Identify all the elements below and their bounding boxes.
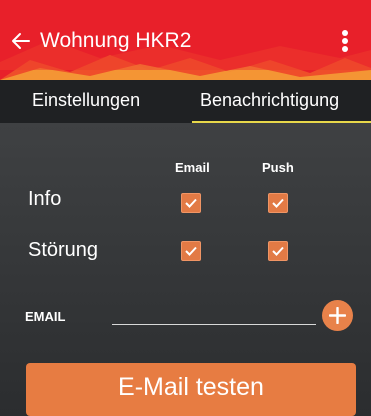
- email-label: EMAIL: [25, 309, 66, 324]
- checkmark-icon: [185, 246, 197, 256]
- stoerung-push-checkbox[interactable]: [268, 241, 288, 261]
- page-title: Wohnung HKR2: [40, 29, 192, 52]
- column-header-email: Email: [175, 160, 210, 175]
- checkmark-icon: [272, 246, 284, 256]
- add-email-button[interactable]: [322, 300, 353, 331]
- plus-icon: [329, 307, 346, 324]
- tab-einstellungen[interactable]: Einstellungen: [32, 80, 140, 123]
- tab-label: Benachrichtigung: [200, 90, 340, 110]
- tab-bar: Einstellungen Benachrichtigung: [0, 80, 371, 123]
- info-push-checkbox[interactable]: [268, 193, 288, 213]
- more-vertical-icon[interactable]: [341, 30, 349, 52]
- email-field[interactable]: [112, 303, 316, 325]
- checkmark-icon: [185, 198, 197, 208]
- row-label-stoerung: Störung: [28, 239, 99, 261]
- arrow-left-icon[interactable]: [10, 30, 32, 52]
- tab-benachrichtigung[interactable]: Benachrichtigung: [192, 80, 371, 123]
- checkmark-icon: [272, 198, 284, 208]
- test-email-button[interactable]: E-Mail testen: [26, 363, 356, 416]
- row-label-info: Info: [28, 188, 62, 210]
- tab-label: Einstellungen: [32, 90, 141, 110]
- stoerung-email-checkbox[interactable]: [181, 241, 201, 261]
- app-bar: Wohnung HKR2: [0, 0, 371, 80]
- column-header-push: Push: [262, 160, 294, 175]
- info-email-checkbox[interactable]: [181, 193, 201, 213]
